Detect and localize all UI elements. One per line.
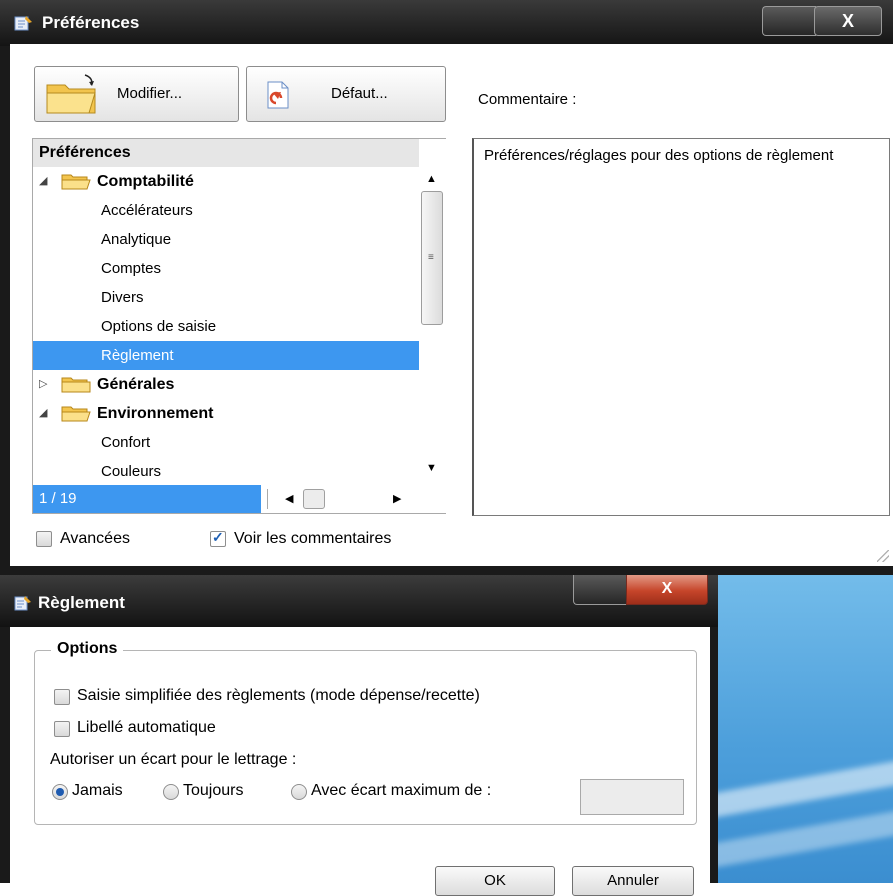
modify-button-label: Modifier... bbox=[117, 85, 183, 102]
tree-group-generales[interactable]: ▷ Générales bbox=[33, 370, 419, 399]
show-comments-checkbox[interactable] bbox=[210, 529, 226, 547]
preferences-app-icon bbox=[14, 16, 32, 31]
advanced-checkbox[interactable] bbox=[36, 531, 52, 547]
comment-label: Commentaire : bbox=[478, 91, 577, 108]
lettering-label: Autoriser un écart pour le lettrage : bbox=[50, 751, 297, 768]
window-button-ghost bbox=[573, 575, 627, 605]
scroll-right-icon[interactable]: ▶ bbox=[393, 492, 401, 505]
tree-group-label: Générales bbox=[97, 376, 175, 393]
folder-open-icon bbox=[61, 174, 91, 190]
simplified-entry-checkbox[interactable] bbox=[54, 689, 70, 705]
expanded-arrow-icon[interactable]: ◢ bbox=[39, 399, 47, 428]
scroll-up-icon[interactable]: ▲ bbox=[426, 173, 437, 185]
tree-group-label: Environnement bbox=[97, 405, 214, 422]
resize-grip-icon[interactable] bbox=[877, 550, 889, 562]
preferences-tree: Préférences ◢ Comptabilité Accélérateurs… bbox=[32, 138, 446, 514]
tree-header: Préférences bbox=[33, 139, 419, 167]
horizontal-scroll-thumb[interactable] bbox=[303, 489, 325, 509]
preferences-close-button[interactable]: X bbox=[814, 6, 882, 36]
radio-avec-ecart[interactable] bbox=[291, 784, 307, 800]
simplified-entry-label: Saisie simplifiée des règlements (mode d… bbox=[77, 687, 480, 704]
tree-item-label: Confort bbox=[101, 434, 151, 451]
tree-item-label: Divers bbox=[101, 289, 144, 306]
grip-icon: ≡ bbox=[428, 252, 434, 263]
reglement-client: Options Saisie simplifiée des règlements… bbox=[10, 627, 710, 896]
tree-item-reglement[interactable]: Règlement bbox=[33, 341, 419, 370]
radio-avec-ecart-label: Avec écart maximum de : bbox=[311, 782, 492, 799]
expanded-arrow-icon[interactable]: ◢ bbox=[39, 167, 47, 196]
tree-item-options-de-saisie[interactable]: Options de saisie bbox=[33, 312, 419, 341]
preferences-client: Modifier... Défaut... Commentaire : Préf… bbox=[10, 44, 893, 566]
divider bbox=[267, 489, 268, 509]
folder-open-icon bbox=[61, 406, 91, 422]
show-comments-checkbox-label: Voir les commentaires bbox=[234, 530, 392, 547]
radio-toujours-label: Toujours bbox=[183, 782, 244, 799]
tree-item-label: Analytique bbox=[101, 231, 172, 248]
options-group-title: Options bbox=[51, 640, 124, 658]
cancel-button[interactable]: Annuler bbox=[572, 866, 694, 896]
radio-jamais-label: Jamais bbox=[72, 782, 123, 799]
record-counter: 1 / 19 bbox=[33, 485, 261, 513]
tree-item-couleurs[interactable]: Couleurs bbox=[33, 457, 419, 485]
max-gap-input[interactable] bbox=[580, 779, 684, 815]
reglement-window: Règlement X Options Saisie simplifiée de… bbox=[0, 575, 718, 896]
auto-label-checkbox[interactable] bbox=[54, 721, 70, 737]
tree-item-accelerateurs[interactable]: Accélérateurs bbox=[33, 196, 419, 225]
preferences-window: Préférences X Modifier... Défaut... Comm… bbox=[0, 0, 893, 575]
reglement-title: Règlement bbox=[38, 593, 125, 612]
tree-item-label: Règlement bbox=[101, 347, 174, 364]
preferences-titlebar[interactable]: Préférences X bbox=[0, 0, 893, 46]
light-streak bbox=[718, 802, 893, 872]
tree-item-analytique[interactable]: Analytique bbox=[33, 225, 419, 254]
tree-item-divers[interactable]: Divers bbox=[33, 283, 419, 312]
comment-text-area[interactable]: Préférences/réglages pour des options de… bbox=[472, 138, 890, 516]
reglement-close-button[interactable]: X bbox=[626, 575, 708, 605]
preferences-title: Préférences bbox=[42, 13, 140, 32]
scroll-thumb[interactable]: ≡ bbox=[421, 191, 443, 325]
light-streak bbox=[718, 752, 893, 822]
tree-item-label: Options de saisie bbox=[101, 318, 217, 335]
tree-item-label: Couleurs bbox=[101, 463, 162, 480]
auto-label-label: Libellé automatique bbox=[77, 719, 216, 736]
tree-vertical-scrollbar[interactable]: ▲ ≡ ▼ bbox=[419, 167, 445, 485]
reglement-app-icon bbox=[14, 596, 31, 611]
scroll-left-icon[interactable]: ◀ bbox=[285, 492, 293, 505]
tree-item-label: Comptes bbox=[101, 260, 162, 277]
default-button-label: Défaut... bbox=[331, 85, 388, 102]
folder-icon bbox=[61, 377, 91, 393]
modify-button[interactable]: Modifier... bbox=[34, 66, 239, 122]
tree-group-environnement[interactable]: ◢ Environnement bbox=[33, 399, 419, 428]
reglement-titlebar[interactable]: Règlement X bbox=[0, 575, 718, 627]
reset-default-icon bbox=[267, 81, 289, 109]
tree-item-label: Accélérateurs bbox=[101, 202, 193, 219]
tree-group-label: Comptabilité bbox=[97, 173, 194, 190]
tree-status-row: 1 / 19 ◀ ▶ bbox=[33, 485, 447, 513]
window-button-ghost bbox=[762, 6, 816, 36]
desktop-background bbox=[718, 575, 893, 883]
tree-item-confort[interactable]: Confort bbox=[33, 428, 419, 457]
radio-toujours[interactable] bbox=[163, 784, 179, 800]
default-button[interactable]: Défaut... bbox=[246, 66, 446, 122]
scroll-down-icon[interactable]: ▼ bbox=[426, 462, 437, 474]
tree-group-comptabilite[interactable]: ◢ Comptabilité bbox=[33, 167, 419, 196]
ok-button[interactable]: OK bbox=[435, 866, 555, 896]
radio-jamais[interactable] bbox=[52, 784, 68, 800]
collapsed-arrow-icon[interactable]: ▷ bbox=[39, 370, 47, 399]
advanced-checkbox-label: Avancées bbox=[60, 530, 130, 547]
folder-edit-icon bbox=[46, 74, 96, 114]
tree-item-comptes[interactable]: Comptes bbox=[33, 254, 419, 283]
